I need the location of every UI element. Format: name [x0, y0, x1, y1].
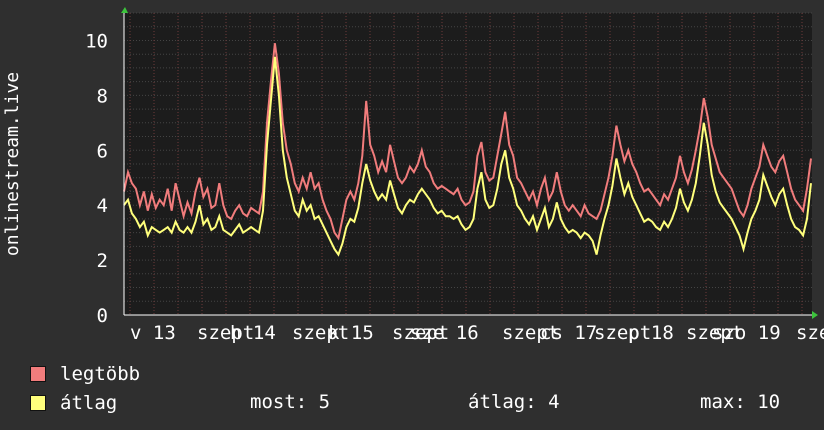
x-tick-label: k 15	[328, 322, 374, 344]
x-tick-label: cs 17	[540, 322, 597, 344]
x-tick-label: v 13	[130, 322, 176, 344]
stat-atlag: átlag: 4	[468, 391, 560, 413]
legend-label-atlag: átlag	[60, 392, 118, 414]
x-tick-label: p 18	[628, 322, 674, 344]
x-tick-label: szept	[796, 322, 824, 344]
x-tick-label: sze 16	[410, 322, 479, 344]
stat-most: most: 5	[250, 391, 331, 413]
legend-item-legtobb: legtöbb	[30, 362, 140, 386]
y-tick-label: 4	[97, 195, 108, 217]
legend-swatch-atlag	[30, 395, 46, 411]
y-axis-arrow-icon	[121, 7, 128, 13]
y-tick-label: 2	[97, 250, 108, 272]
x-tick-label: h 14	[230, 322, 276, 344]
x-axis-arrow-icon	[812, 311, 818, 319]
y-tick-label: 8	[97, 85, 108, 107]
y-tick-label: 0	[97, 305, 108, 327]
legend-item-atlag: átlag	[30, 391, 117, 415]
stat-max: max: 10	[700, 391, 781, 413]
y-axis-label: onlinestream.live	[2, 72, 23, 256]
legend-swatch-legtobb	[30, 366, 46, 382]
x-tick-label: szo 19	[712, 322, 781, 344]
x-axis-ticks: v 13 szepth 14 szeptk 15 szeptsze 16 szeptcs…	[130, 322, 824, 344]
y-tick-label: 10	[85, 31, 108, 53]
line-chart: 0246810 v 13 szepth 14 szeptk 15 szeptsze 1…	[2, 7, 824, 344]
chart-plot-area	[124, 13, 812, 315]
y-axis-ticks: 0 2 4 6 8 10	[85, 31, 108, 328]
y-tick-label: 6	[97, 140, 108, 162]
legend-label-legtobb: legtöbb	[60, 363, 141, 385]
